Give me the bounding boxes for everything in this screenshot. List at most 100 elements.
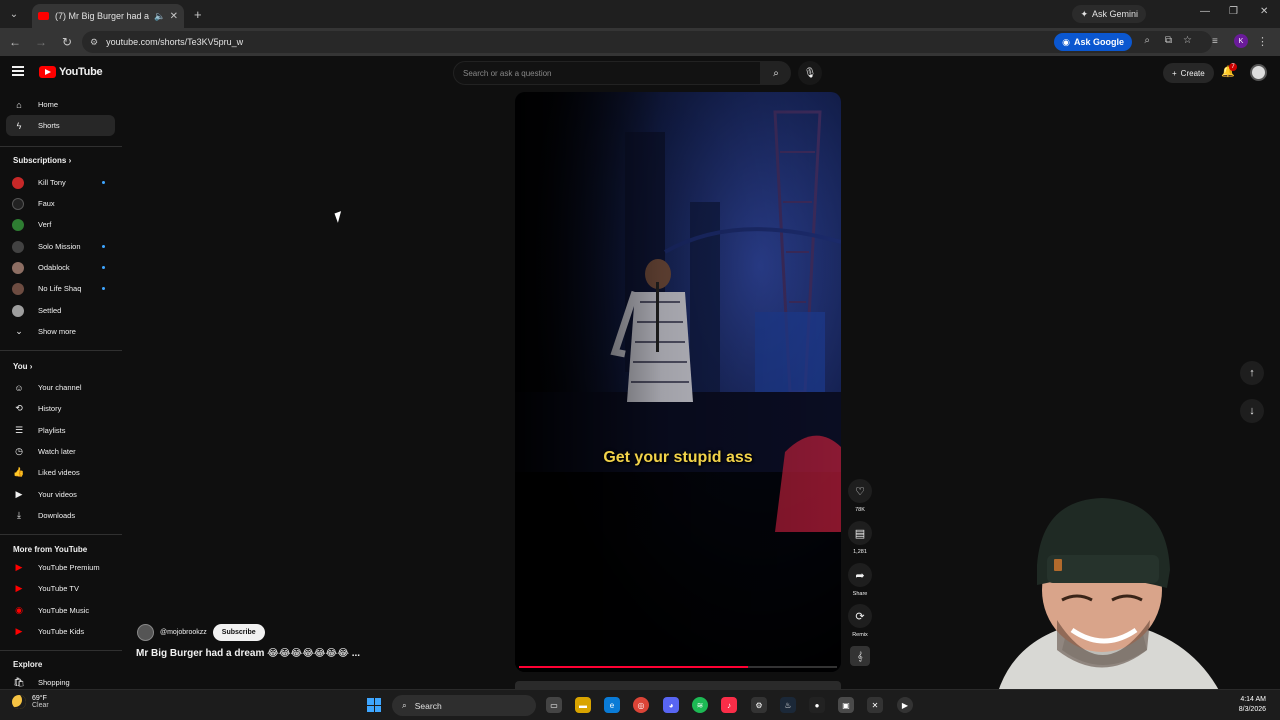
channel-avatar bbox=[12, 197, 24, 210]
next-short-button[interactable]: ↓ bbox=[1240, 399, 1264, 423]
sidebar-item-your-channel[interactable]: ☺ Your channel bbox=[6, 377, 115, 398]
sidebar-item-playlists[interactable]: ☰ Playlists bbox=[6, 420, 115, 441]
new-tab-icon[interactable]: + bbox=[194, 7, 202, 22]
remix-action[interactable]: ⟳ Remix bbox=[848, 604, 872, 638]
speaker-icon[interactable]: 🔈 bbox=[154, 11, 165, 22]
subscriptions-heading[interactable]: Subscriptions › bbox=[13, 156, 71, 165]
divider bbox=[0, 534, 122, 535]
url-text[interactable]: youtube.com/shorts/Te3KV5pru_w bbox=[106, 37, 243, 47]
video-progress-bar[interactable] bbox=[519, 666, 837, 668]
divider bbox=[0, 350, 122, 351]
windows-start-icon[interactable] bbox=[367, 698, 381, 712]
remix-icon[interactable]: ⟳ bbox=[848, 604, 872, 628]
discord-icon[interactable]: ◕ bbox=[663, 697, 679, 713]
sidebar-item-shorts[interactable]: ϟ Shorts bbox=[6, 115, 115, 136]
restore-icon[interactable]: ❐ bbox=[1229, 6, 1238, 17]
heart-icon[interactable]: ♡ bbox=[848, 479, 872, 503]
close-tab-icon[interactable]: ✕ bbox=[170, 11, 178, 22]
file-explorer-icon[interactable]: ▬ bbox=[575, 697, 591, 713]
chrome-icon[interactable]: ◎ bbox=[633, 697, 649, 713]
divider bbox=[0, 146, 122, 147]
sidebar-item-your-videos[interactable]: ▶ Your videos bbox=[6, 484, 115, 505]
ask-google-button[interactable]: ◉ Ask Google bbox=[1054, 33, 1132, 51]
youtube-logo[interactable]: YouTube bbox=[39, 66, 103, 78]
sidebar-item-channel[interactable]: Verf bbox=[6, 214, 115, 235]
media-controls-icon[interactable]: ≡ bbox=[1212, 36, 1218, 47]
reload-icon[interactable]: ↻ bbox=[56, 31, 78, 53]
create-button[interactable]: + Create bbox=[1163, 63, 1214, 83]
sidebar-item-show-more[interactable]: ⌄ Show more bbox=[6, 321, 115, 342]
like-action[interactable]: ♡ 78K bbox=[848, 479, 872, 513]
edge-icon[interactable]: e bbox=[604, 697, 620, 713]
weather-widget[interactable]: 69°F Clear bbox=[12, 695, 49, 709]
channel-avatar[interactable] bbox=[137, 624, 154, 641]
channel-avatar bbox=[12, 282, 24, 295]
previous-short-button[interactable]: ↑ bbox=[1240, 361, 1264, 385]
search-button[interactable]: ⌕ bbox=[761, 61, 791, 85]
channel-info: @mojobrookzz Subscribe bbox=[137, 624, 265, 641]
ask-gemini-button[interactable]: ✦ Ask Gemini bbox=[1072, 5, 1146, 23]
app-icon[interactable]: ▣ bbox=[838, 697, 854, 713]
address-bar[interactable]: ⚙ youtube.com/shorts/Te3KV5pru_w ◉ Ask G… bbox=[82, 31, 1212, 53]
sidebar-item-label: YouTube TV bbox=[38, 584, 80, 593]
sidebar-item-downloads[interactable]: ⤓ Downloads bbox=[6, 505, 115, 526]
bookmark-star-icon[interactable]: ☆ bbox=[1183, 35, 1192, 46]
shorts-icon: ϟ bbox=[16, 120, 22, 131]
capcut-icon[interactable]: ✕ bbox=[867, 697, 883, 713]
obs-icon[interactable]: ● bbox=[809, 697, 825, 713]
close-window-icon[interactable]: ✕ bbox=[1260, 6, 1268, 17]
browser-tab-youtube[interactable]: (7) Mr Big Burger had a dre 🔈 ✕ bbox=[32, 4, 184, 28]
browser-menu-icon[interactable]: ⋮ bbox=[1257, 35, 1268, 48]
plus-icon: + bbox=[1172, 68, 1177, 78]
sidebar-item-channel[interactable]: Faux bbox=[6, 193, 115, 214]
sidebar-item-youtube-premium[interactable]: ▶ YouTube Premium bbox=[6, 557, 115, 578]
sound-thumbnail[interactable]: 𝄞 bbox=[850, 646, 870, 666]
sidebar-item-channel[interactable]: No Life Shaq bbox=[6, 278, 115, 299]
sidebar-item-channel[interactable]: Settled bbox=[6, 300, 115, 321]
sidebar-item-channel[interactable]: Solo Mission bbox=[6, 236, 115, 257]
mouse-cursor bbox=[334, 211, 345, 223]
comment-action[interactable]: ▤ 1,281 bbox=[848, 521, 872, 555]
back-icon[interactable]: ← bbox=[4, 31, 26, 53]
install-app-icon[interactable]: ⧉ bbox=[1165, 35, 1172, 46]
voice-search-button[interactable]: 🎙 bbox=[798, 61, 822, 85]
sidebar-item-history[interactable]: ⟲ History bbox=[6, 398, 115, 419]
you-heading[interactable]: You › bbox=[13, 362, 32, 371]
system-clock[interactable]: 4:14 AM 8/3/2026 bbox=[1239, 695, 1266, 715]
youtube-music-icon: ◉ bbox=[15, 605, 23, 615]
account-avatar[interactable] bbox=[1250, 64, 1267, 81]
zoom-icon[interactable]: ⌕ bbox=[1144, 35, 1150, 46]
sidebar-item-channel[interactable]: Kill Tony bbox=[6, 172, 115, 193]
channel-handle[interactable]: @mojobrookzz bbox=[160, 629, 207, 636]
sidebar-item-label: Shorts bbox=[38, 121, 60, 130]
taskbar-search[interactable]: ⌕ Search bbox=[392, 695, 536, 716]
sidebar-item-channel[interactable]: Odablock bbox=[6, 257, 115, 278]
shorts-video-player[interactable]: Get your stupid ass bbox=[515, 92, 841, 672]
music-icon[interactable]: ♪ bbox=[721, 697, 737, 713]
search-input[interactable]: Search or ask a question bbox=[453, 61, 761, 85]
comment-icon[interactable]: ▤ bbox=[848, 521, 872, 545]
sidebar-item-label: Downloads bbox=[38, 511, 76, 520]
sidebar-item-liked-videos[interactable]: 👍 Liked videos bbox=[6, 462, 115, 483]
sidebar-item-youtube-music[interactable]: ◉ YouTube Music bbox=[6, 600, 115, 621]
site-info-icon[interactable]: ⚙ bbox=[90, 37, 98, 48]
sidebar-item-home[interactable]: ⌂ Home bbox=[6, 94, 115, 115]
share-icon[interactable]: ➦ bbox=[848, 563, 872, 587]
subscribe-button[interactable]: Subscribe bbox=[212, 624, 265, 641]
video-title[interactable]: Mr Big Burger had a dream 😂😂😂😂😂😂😂 ... bbox=[136, 648, 360, 659]
media-player-icon[interactable]: ▶ bbox=[897, 697, 913, 713]
channel-name: Kill Tony bbox=[38, 178, 66, 187]
app-icon[interactable]: ⚙ bbox=[751, 697, 767, 713]
hamburger-menu-icon[interactable] bbox=[12, 66, 24, 76]
spotify-icon[interactable]: ≋ bbox=[692, 697, 708, 713]
share-action[interactable]: ➦ Share bbox=[848, 563, 872, 597]
forward-icon[interactable]: → bbox=[30, 31, 52, 53]
sidebar-item-youtube-kids[interactable]: ▶ YouTube Kids bbox=[6, 621, 115, 642]
sidebar-item-youtube-tv[interactable]: ▶ YouTube TV bbox=[6, 578, 115, 599]
steam-icon[interactable]: ♨ bbox=[780, 697, 796, 713]
tab-search-icon[interactable]: ⌄ bbox=[4, 4, 24, 24]
sidebar-item-watch-later[interactable]: ◷ Watch later bbox=[6, 441, 115, 462]
task-view-icon[interactable]: ▭ bbox=[546, 697, 562, 713]
profile-avatar[interactable]: K bbox=[1234, 34, 1248, 48]
minimize-icon[interactable]: — bbox=[1200, 6, 1210, 17]
